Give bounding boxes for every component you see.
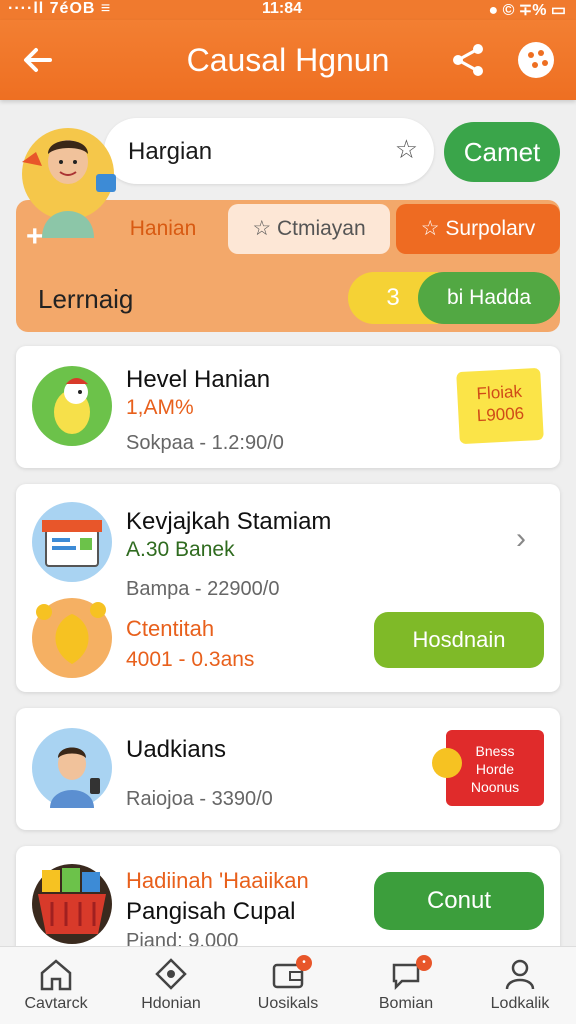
- coin-icon: [432, 748, 462, 778]
- item-title: Uadkians: [126, 736, 227, 763]
- leaf-icon: [32, 598, 112, 678]
- list-item[interactable]: Hevel Hanian 1,AM% Sokpaa - 1.2:90/0 Flo…: [16, 346, 560, 468]
- item-meta: Sokpaa - 1.2:90/0: [126, 432, 284, 454]
- nav-label: Lodkalik: [490, 995, 550, 1012]
- badge-line: Noonus: [470, 779, 520, 795]
- promo-sticker: Floiak L9006: [456, 367, 544, 445]
- bonus-badge: Bness Horde Noonus: [432, 730, 544, 806]
- list-item[interactable]: Kevjajkah Stamiam A.30 Banek Bampa - 229…: [16, 484, 560, 692]
- nav-label: Bomian: [378, 995, 434, 1012]
- arrow-left-icon[interactable]: [20, 42, 56, 78]
- page-title: Causal Hgnun: [186, 42, 390, 78]
- nav-label: Hdonian: [141, 995, 201, 1012]
- nav-item-uosikals[interactable]: • Uosikals: [238, 953, 338, 1023]
- item-extra-subtitle: 4001 - 0.3ans: [126, 648, 255, 671]
- home-icon: [40, 959, 72, 991]
- item-subtitle: 1,AM%: [126, 396, 194, 419]
- item-subtitle: A.30 Banek: [126, 538, 235, 561]
- nav-item-bomian[interactable]: • Bomian: [356, 953, 456, 1023]
- item-title: Kevjajkah Stamiam: [126, 508, 332, 535]
- tab-surpolarv[interactable]: ☆ Surpolarv: [396, 204, 560, 254]
- nav-item-cavtarck[interactable]: Cavtarck: [6, 953, 106, 1023]
- search-input-value[interactable]: Hargian: [128, 138, 212, 166]
- item-title-highlight: Hadiinah 'Haaiikan: [126, 868, 309, 893]
- store-icon: [32, 502, 112, 582]
- counter-label: bi Hadda: [418, 272, 560, 324]
- person-avatar-icon: [32, 728, 112, 808]
- conut-button[interactable]: Conut: [374, 872, 544, 930]
- item-title: Pangisah Cupal: [126, 898, 296, 925]
- chevron-right-icon[interactable]: ›: [516, 522, 526, 556]
- system-icons: ● © ∓% ▭: [488, 2, 566, 19]
- basket-icon: [32, 864, 112, 944]
- counter-toggle[interactable]: 3 bi Hadda: [348, 272, 560, 324]
- notification-badge: •: [416, 955, 432, 971]
- item-meta: Bampa - 22900/0: [126, 578, 280, 600]
- nav-label: Cavtarck: [24, 995, 88, 1012]
- search-field[interactable]: Hargian ☆: [104, 118, 434, 184]
- bottom-nav: Cavtarck Hdonian • Uosikals • Bomian Lod…: [0, 946, 576, 1024]
- cancel-button[interactable]: Camet: [444, 122, 560, 182]
- hosdnain-button[interactable]: Hosdnain: [374, 612, 544, 668]
- nav-item-hdonian[interactable]: Hdonian: [121, 953, 221, 1023]
- avatar: [20, 122, 116, 238]
- status-bar: ····ll 7éOB ≡ 11:84 ● © ∓% ▭: [0, 0, 576, 20]
- nav-item-lodkalik[interactable]: Lodkalik: [470, 953, 570, 1023]
- item-extra-title: Ctentitah: [126, 616, 215, 641]
- tag-icon: [155, 958, 187, 990]
- clock: 11:84: [262, 0, 303, 17]
- star-icon[interactable]: ☆: [395, 134, 418, 165]
- signal-indicator: ····ll 7éOB ≡: [8, 0, 112, 17]
- mascot-icon: [32, 366, 112, 446]
- item-title: Hevel Hanian: [126, 366, 271, 393]
- app-bar: Causal Hgnun: [0, 20, 576, 100]
- person-icon: [505, 959, 535, 990]
- list-item[interactable]: Uadkians Raiojoa - 3390/0 Bness Horde No…: [16, 708, 560, 830]
- nav-label: Uosikals: [257, 995, 319, 1012]
- cookie-icon[interactable]: [518, 42, 554, 78]
- share-icon[interactable]: [450, 42, 486, 78]
- tab-ctmiayan[interactable]: ☆ Ctmiayan: [228, 204, 390, 254]
- tab-hanian[interactable]: Hanian: [96, 204, 230, 254]
- item-meta: Raiojoa - 3390/0: [126, 788, 273, 810]
- list-item[interactable]: Hadiinah 'Haaiikan Pangisah Cupal Piand:…: [16, 846, 560, 956]
- section-label: Lerrnaig: [38, 284, 134, 314]
- notification-badge: •: [296, 955, 312, 971]
